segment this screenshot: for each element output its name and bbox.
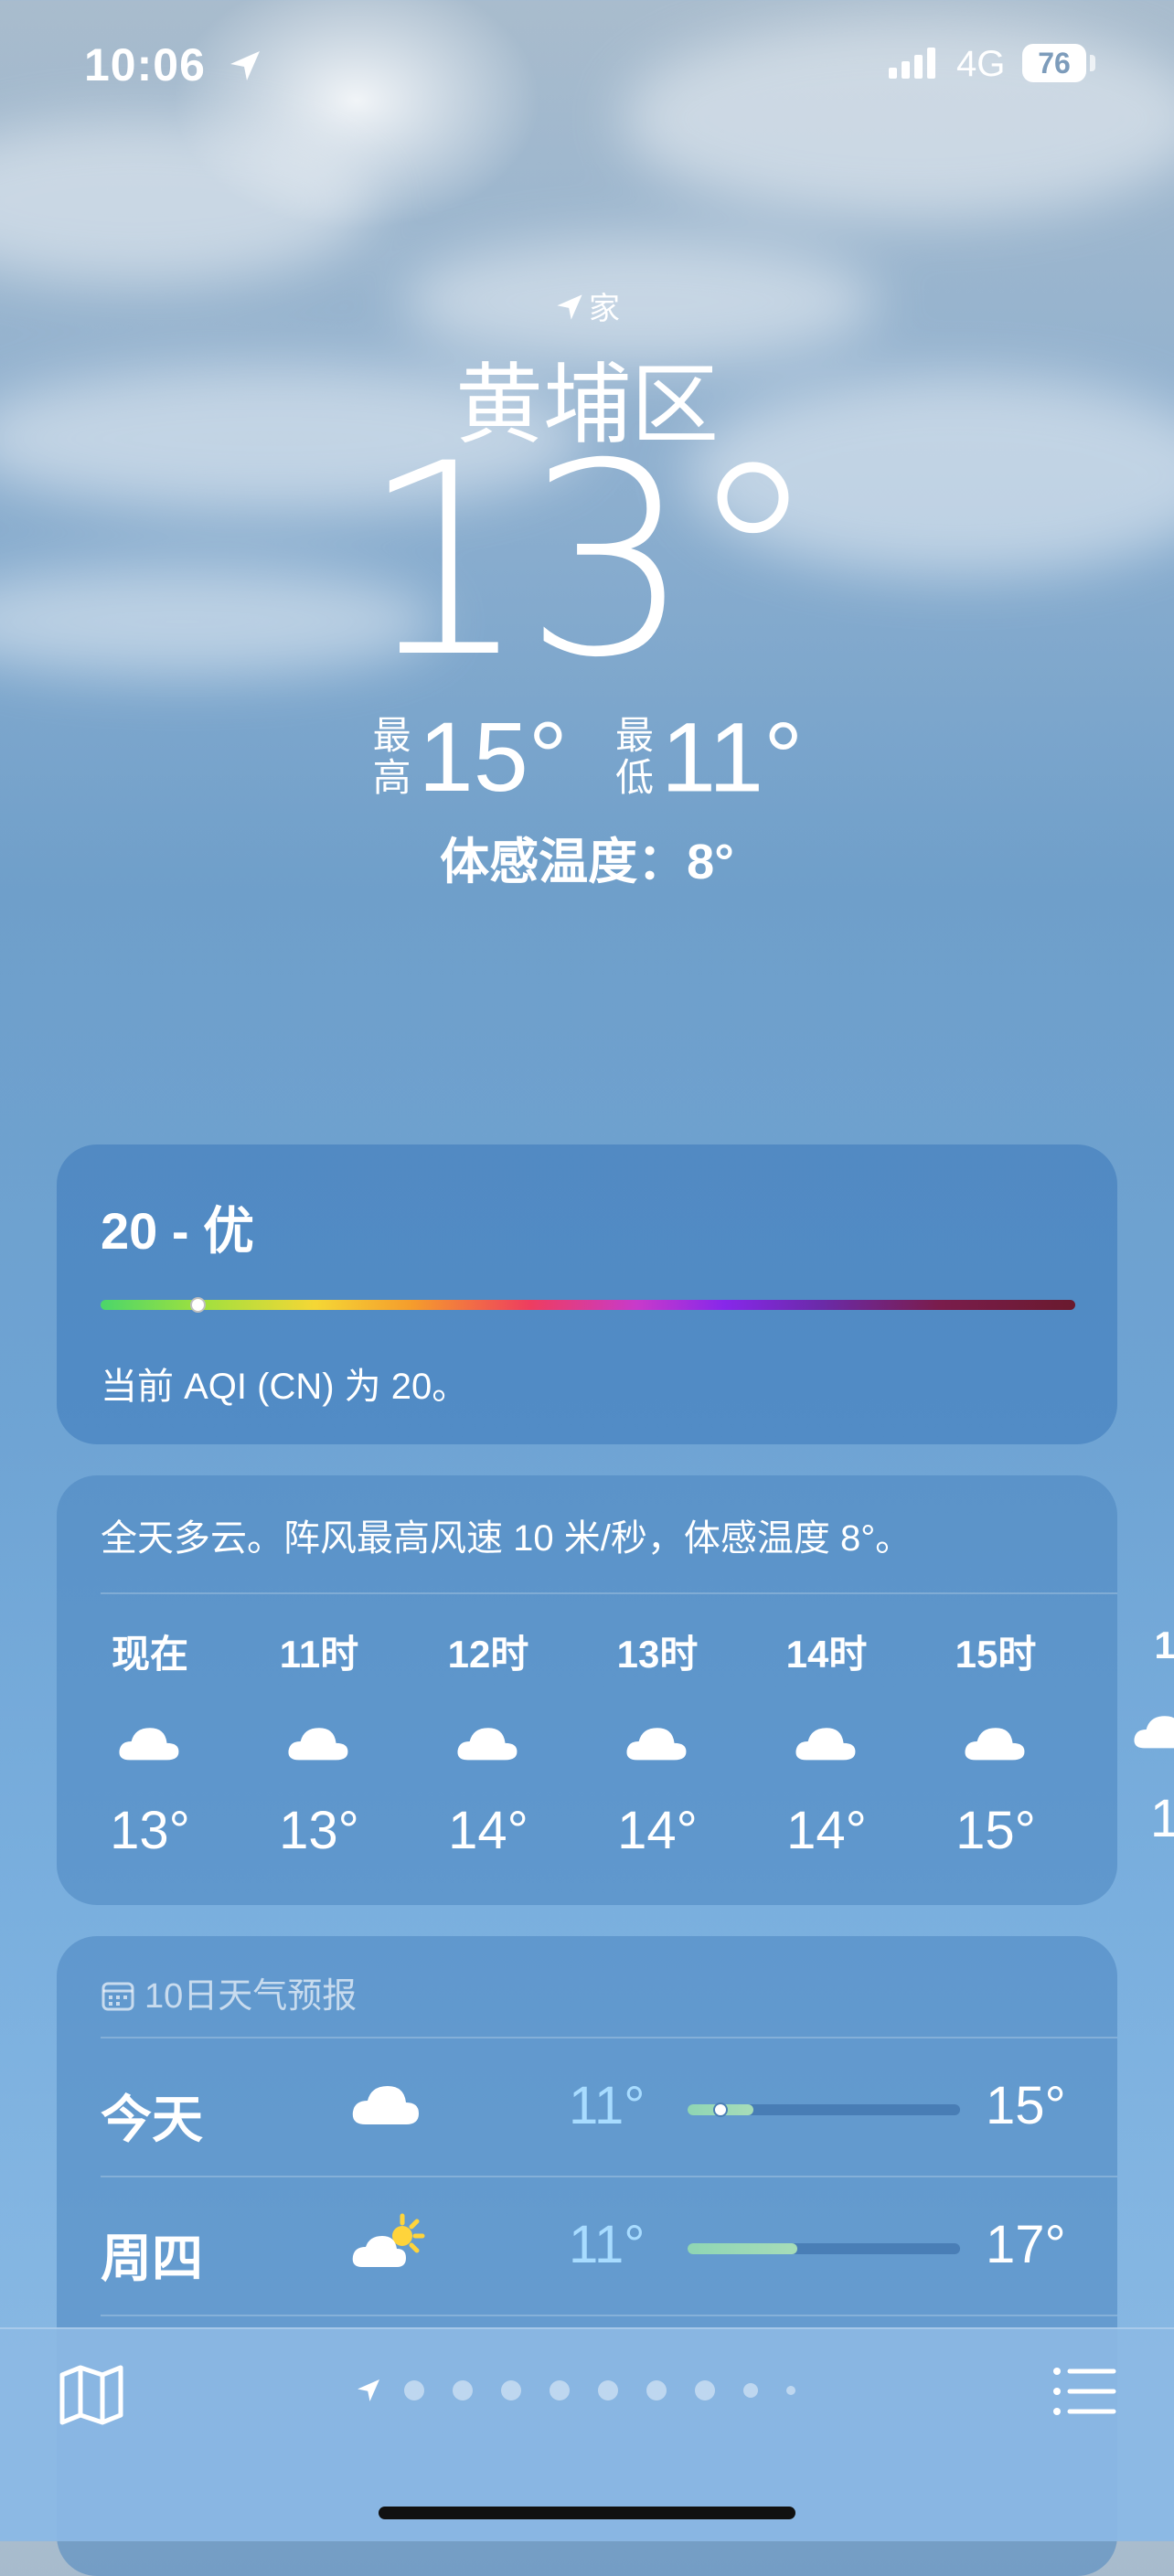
hour-temp: 1 <box>1149 1789 1174 1848</box>
hour-label: 15时 <box>955 1633 1037 1676</box>
hour-icon <box>593 1718 721 1772</box>
aqi-card[interactable]: 20 - 优 当前 AQI (CN) 为 20。 <box>57 1144 1117 1444</box>
bottom-toolbar <box>0 2327 1174 2541</box>
page-dot[interactable] <box>786 2386 795 2395</box>
day-name: 今天 <box>101 2091 203 2148</box>
cloud-icon <box>1134 1716 1174 1749</box>
aqi-title: 20 - 优 <box>101 1202 255 1260</box>
page-dot[interactable] <box>550 2380 570 2400</box>
hourly-item: 现在 13° <box>86 1623 214 1861</box>
temp-range-fill <box>688 2243 797 2254</box>
page-dot[interactable] <box>453 2380 473 2400</box>
hour-label: 现在 <box>111 1633 188 1676</box>
aqi-scale-bar <box>101 1300 1075 1310</box>
hourly-item: 12时 14° <box>424 1623 552 1861</box>
page-dot[interactable] <box>695 2380 715 2400</box>
cloud-icon <box>119 1728 179 1761</box>
status-time: 10:06 <box>84 38 263 91</box>
page-dot[interactable] <box>646 2380 667 2400</box>
location-arrow-icon <box>557 294 582 320</box>
battery-nub <box>1090 55 1095 71</box>
cloud-icon <box>795 1728 856 1761</box>
low-label: 最低 <box>614 714 654 800</box>
hour-icon <box>86 1718 214 1772</box>
network-type: 4G <box>956 44 1006 84</box>
day-row-thursday[interactable]: 周四 11° 17° <box>57 2177 1117 2315</box>
high-label: 最高 <box>372 714 411 800</box>
day-row-today[interactable]: 今天 11° 15° <box>57 2038 1117 2176</box>
current-temp-marker <box>713 2102 728 2117</box>
page-dot[interactable] <box>743 2383 758 2398</box>
hourly-forecast-card[interactable]: 全天多云。阵风最高风速 10 米/秒，体感温度 8°。 现在 13° 11时 13° 1… <box>57 1475 1174 1905</box>
hour-icon <box>1101 1706 1174 1761</box>
home-indicator[interactable] <box>379 2507 795 2519</box>
cloud-icon <box>626 1728 687 1761</box>
hour-label: 13时 <box>616 1633 699 1676</box>
home-location-label: 家 <box>0 283 1174 328</box>
signal-icon <box>889 48 935 79</box>
hour-label: 14时 <box>785 1633 868 1676</box>
page-indicator[interactable] <box>355 2377 824 2404</box>
day-low: 11° <box>569 2215 646 2274</box>
hour-icon <box>255 1718 383 1772</box>
high-temp: 15° <box>418 701 568 813</box>
day-name: 周四 <box>101 2230 203 2287</box>
aqi-indicator <box>190 1297 206 1313</box>
low-temp: 11° <box>661 701 804 813</box>
hour-temp: 14° <box>448 1801 528 1860</box>
cloud-icon <box>352 2086 419 2124</box>
page-dot[interactable] <box>404 2380 424 2400</box>
divider <box>101 1592 1117 1594</box>
aqi-description: 当前 AQI (CN) 为 20。 <box>101 1367 469 1407</box>
current-temperature: 13° <box>359 408 819 716</box>
partly-sunny-icon <box>352 2213 425 2267</box>
hour-label: 1 <box>1154 1623 1174 1666</box>
hour-temp: 13° <box>110 1801 190 1860</box>
hourly-item: 11 <box>1101 1623 1174 1849</box>
hour-temp: 14° <box>786 1801 867 1860</box>
battery-indicator: 76 <box>1022 44 1086 82</box>
day-low: 11° <box>569 2076 646 2135</box>
hour-temp: 14° <box>617 1801 698 1860</box>
hour-label: 11时 <box>279 1633 359 1676</box>
map-icon[interactable] <box>57 2362 126 2426</box>
day-high: 17° <box>986 2215 1066 2274</box>
hour-temp: 15° <box>955 1801 1036 1860</box>
ten-day-header: 10日天气预报 <box>101 1967 357 2017</box>
hourly-item: 11时 13° <box>255 1623 383 1861</box>
high-low: 最高15° 最低11° <box>0 695 1174 812</box>
page-dot[interactable] <box>598 2380 618 2400</box>
list-icon[interactable] <box>1051 2362 1117 2421</box>
hour-icon <box>932 1718 1060 1772</box>
hourly-summary: 全天多云。阵风最高风速 10 米/秒，体感温度 8°。 <box>101 1518 913 1559</box>
hour-icon <box>763 1718 891 1772</box>
location-arrow-icon[interactable] <box>355 2377 382 2404</box>
hour-label: 12时 <box>447 1633 529 1676</box>
cloud-icon <box>288 1728 348 1761</box>
location-arrow-icon <box>229 51 260 80</box>
temp-range-bar <box>688 2243 960 2254</box>
temp-range-bar <box>688 2102 960 2117</box>
day-high: 15° <box>986 2076 1066 2135</box>
hour-icon <box>424 1718 552 1772</box>
cloud-icon <box>457 1728 518 1761</box>
hourly-item: 15时 15° <box>932 1623 1060 1861</box>
divider <box>101 2315 1117 2316</box>
hour-temp: 13° <box>279 1801 359 1860</box>
feels-like: 体感温度：8° <box>440 835 734 889</box>
calendar-icon <box>101 1982 134 2011</box>
cloud-icon <box>965 1728 1025 1761</box>
page-dot[interactable] <box>501 2380 521 2400</box>
hourly-item: 14时 14° <box>763 1623 891 1861</box>
hourly-item: 13时 14° <box>593 1623 721 1861</box>
